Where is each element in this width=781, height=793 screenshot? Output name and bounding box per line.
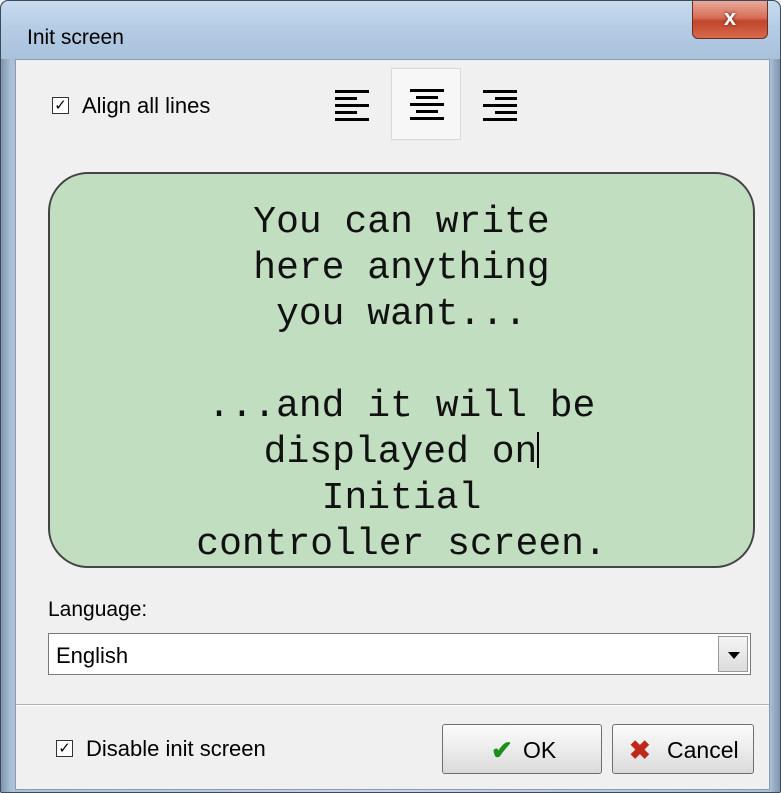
- lcd-preview[interactable]: You can write here anything you want... …: [48, 172, 755, 568]
- dialog-window: Init screen x ✓ Align all lines You can …: [0, 0, 781, 793]
- dialog-content: ✓ Align all lines You can write here any…: [15, 59, 770, 790]
- cancel-button[interactable]: ✖ Cancel: [612, 724, 754, 774]
- lcd-line: [50, 338, 753, 384]
- title-bar[interactable]: Init screen x: [1, 1, 780, 59]
- lcd-line: Initial: [321, 477, 482, 520]
- x-icon: ✖: [629, 735, 651, 765]
- align-all-lines-label: Align all lines: [82, 93, 211, 118]
- lcd-text-area[interactable]: You can write here anything you want... …: [50, 200, 753, 568]
- disable-init-screen-checkbox[interactable]: ✓: [56, 740, 73, 757]
- align-center-button[interactable]: [391, 68, 461, 140]
- checkmark-icon: ✓: [58, 740, 71, 757]
- align-left-button[interactable]: [317, 70, 387, 142]
- lcd-line: displayed on: [263, 431, 538, 474]
- align-right-icon: [483, 90, 517, 125]
- lcd-line: you want...: [276, 293, 527, 336]
- lcd-line: You can write: [253, 201, 550, 244]
- align-left-icon: [335, 90, 369, 125]
- lcd-line: controller screen.: [196, 523, 607, 566]
- text-caret: [537, 432, 540, 468]
- lcd-line-with-caret: displayed on: [50, 430, 753, 476]
- align-center-icon: [410, 89, 444, 124]
- ok-label: OK: [523, 737, 557, 763]
- close-icon: x: [723, 5, 737, 30]
- align-all-lines-checkbox[interactable]: ✓: [52, 97, 69, 114]
- window-title: Init screen: [27, 26, 124, 49]
- lcd-line: ...and it will be: [207, 385, 596, 428]
- align-right-button[interactable]: [465, 70, 535, 142]
- checkmark-icon: ✓: [54, 97, 67, 114]
- check-icon: ✔: [491, 735, 513, 765]
- language-value: English: [56, 643, 129, 668]
- lcd-line: here anything: [253, 247, 550, 290]
- language-select[interactable]: English: [48, 633, 751, 675]
- close-button[interactable]: x: [692, 1, 768, 39]
- cancel-label: Cancel: [667, 737, 739, 763]
- footer-divider: [16, 704, 769, 706]
- language-label: Language:: [48, 598, 148, 621]
- ok-button[interactable]: ✔ OK: [442, 724, 602, 774]
- dropdown-arrow-icon[interactable]: [718, 636, 748, 672]
- disable-init-screen-label: Disable init screen: [86, 736, 266, 761]
